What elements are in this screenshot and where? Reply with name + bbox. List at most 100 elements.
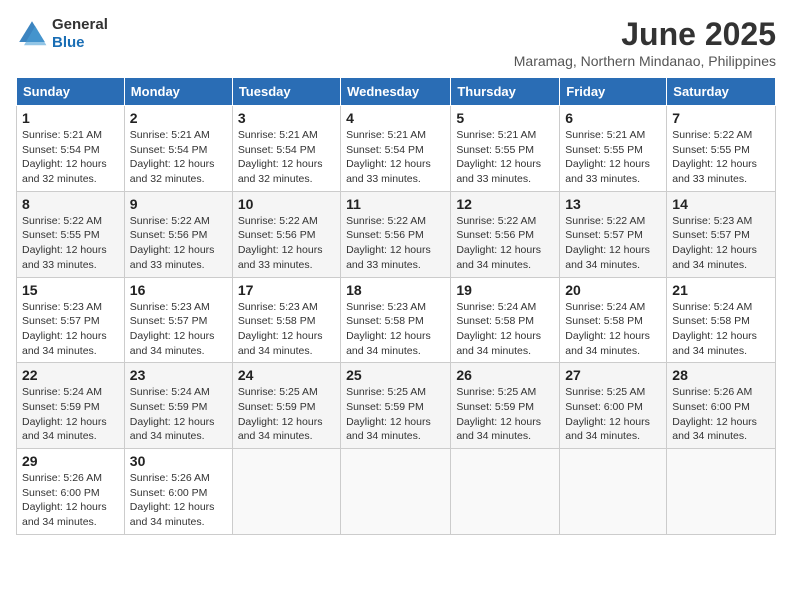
- day-number: 28: [672, 367, 770, 383]
- table-row: [341, 449, 451, 535]
- day-info: Sunrise: 5:21 AM Sunset: 5:54 PM Dayligh…: [130, 128, 227, 187]
- calendar-table: Sunday Monday Tuesday Wednesday Thursday…: [16, 77, 776, 535]
- day-number: 25: [346, 367, 445, 383]
- table-row: 26 Sunrise: 5:25 AM Sunset: 5:59 PM Dayl…: [451, 363, 560, 449]
- day-info: Sunrise: 5:22 AM Sunset: 5:56 PM Dayligh…: [130, 214, 227, 273]
- header-sunday: Sunday: [17, 78, 125, 106]
- day-info: Sunrise: 5:21 AM Sunset: 5:54 PM Dayligh…: [346, 128, 445, 187]
- day-number: 6: [565, 110, 661, 126]
- table-row: 17 Sunrise: 5:23 AM Sunset: 5:58 PM Dayl…: [232, 277, 340, 363]
- day-number: 27: [565, 367, 661, 383]
- day-number: 23: [130, 367, 227, 383]
- table-row: 25 Sunrise: 5:25 AM Sunset: 5:59 PM Dayl…: [341, 363, 451, 449]
- day-number: 18: [346, 282, 445, 298]
- day-number: 2: [130, 110, 227, 126]
- header-thursday: Thursday: [451, 78, 560, 106]
- day-info: Sunrise: 5:23 AM Sunset: 5:58 PM Dayligh…: [238, 300, 335, 359]
- day-info: Sunrise: 5:22 AM Sunset: 5:55 PM Dayligh…: [22, 214, 119, 273]
- day-info: Sunrise: 5:26 AM Sunset: 6:00 PM Dayligh…: [130, 471, 227, 530]
- header-wednesday: Wednesday: [341, 78, 451, 106]
- title-area: June 2025 Maramag, Northern Mindanao, Ph…: [514, 16, 776, 69]
- day-number: 4: [346, 110, 445, 126]
- header-friday: Friday: [560, 78, 667, 106]
- table-row: 11 Sunrise: 5:22 AM Sunset: 5:56 PM Dayl…: [341, 191, 451, 277]
- table-row: 30 Sunrise: 5:26 AM Sunset: 6:00 PM Dayl…: [124, 449, 232, 535]
- table-row: 5 Sunrise: 5:21 AM Sunset: 5:55 PM Dayli…: [451, 106, 560, 192]
- day-info: Sunrise: 5:22 AM Sunset: 5:55 PM Dayligh…: [672, 128, 770, 187]
- header-saturday: Saturday: [667, 78, 776, 106]
- day-info: Sunrise: 5:22 AM Sunset: 5:56 PM Dayligh…: [456, 214, 554, 273]
- day-info: Sunrise: 5:21 AM Sunset: 5:55 PM Dayligh…: [565, 128, 661, 187]
- table-row: 9 Sunrise: 5:22 AM Sunset: 5:56 PM Dayli…: [124, 191, 232, 277]
- day-number: 24: [238, 367, 335, 383]
- day-number: 22: [22, 367, 119, 383]
- day-number: 14: [672, 196, 770, 212]
- day-info: Sunrise: 5:23 AM Sunset: 5:58 PM Dayligh…: [346, 300, 445, 359]
- table-row: 23 Sunrise: 5:24 AM Sunset: 5:59 PM Dayl…: [124, 363, 232, 449]
- day-number: 3: [238, 110, 335, 126]
- day-number: 15: [22, 282, 119, 298]
- logo-icon: [16, 18, 48, 50]
- day-info: Sunrise: 5:24 AM Sunset: 5:58 PM Dayligh…: [456, 300, 554, 359]
- subtitle: Maramag, Northern Mindanao, Philippines: [514, 53, 776, 69]
- table-row: 14 Sunrise: 5:23 AM Sunset: 5:57 PM Dayl…: [667, 191, 776, 277]
- table-row: 20 Sunrise: 5:24 AM Sunset: 5:58 PM Dayl…: [560, 277, 667, 363]
- day-info: Sunrise: 5:23 AM Sunset: 5:57 PM Dayligh…: [672, 214, 770, 273]
- day-info: Sunrise: 5:22 AM Sunset: 5:57 PM Dayligh…: [565, 214, 661, 273]
- table-row: 8 Sunrise: 5:22 AM Sunset: 5:55 PM Dayli…: [17, 191, 125, 277]
- table-row: 15 Sunrise: 5:23 AM Sunset: 5:57 PM Dayl…: [17, 277, 125, 363]
- table-row: 19 Sunrise: 5:24 AM Sunset: 5:58 PM Dayl…: [451, 277, 560, 363]
- table-row: [667, 449, 776, 535]
- day-number: 21: [672, 282, 770, 298]
- table-row: 3 Sunrise: 5:21 AM Sunset: 5:54 PM Dayli…: [232, 106, 340, 192]
- day-number: 10: [238, 196, 335, 212]
- day-info: Sunrise: 5:25 AM Sunset: 6:00 PM Dayligh…: [565, 385, 661, 444]
- table-row: 21 Sunrise: 5:24 AM Sunset: 5:58 PM Dayl…: [667, 277, 776, 363]
- table-row: 13 Sunrise: 5:22 AM Sunset: 5:57 PM Dayl…: [560, 191, 667, 277]
- table-row: 10 Sunrise: 5:22 AM Sunset: 5:56 PM Dayl…: [232, 191, 340, 277]
- table-row: 16 Sunrise: 5:23 AM Sunset: 5:57 PM Dayl…: [124, 277, 232, 363]
- day-info: Sunrise: 5:25 AM Sunset: 5:59 PM Dayligh…: [456, 385, 554, 444]
- day-info: Sunrise: 5:23 AM Sunset: 5:57 PM Dayligh…: [22, 300, 119, 359]
- day-number: 11: [346, 196, 445, 212]
- table-row: 2 Sunrise: 5:21 AM Sunset: 5:54 PM Dayli…: [124, 106, 232, 192]
- header-monday: Monday: [124, 78, 232, 106]
- day-number: 12: [456, 196, 554, 212]
- page-header: General Blue June 2025 Maramag, Northern…: [16, 16, 776, 69]
- day-number: 8: [22, 196, 119, 212]
- day-info: Sunrise: 5:24 AM Sunset: 5:58 PM Dayligh…: [565, 300, 661, 359]
- table-row: [451, 449, 560, 535]
- table-row: 4 Sunrise: 5:21 AM Sunset: 5:54 PM Dayli…: [341, 106, 451, 192]
- day-number: 7: [672, 110, 770, 126]
- table-row: 7 Sunrise: 5:22 AM Sunset: 5:55 PM Dayli…: [667, 106, 776, 192]
- day-number: 17: [238, 282, 335, 298]
- day-number: 20: [565, 282, 661, 298]
- day-number: 13: [565, 196, 661, 212]
- day-info: Sunrise: 5:22 AM Sunset: 5:56 PM Dayligh…: [346, 214, 445, 273]
- weekday-header-row: Sunday Monday Tuesday Wednesday Thursday…: [17, 78, 776, 106]
- day-number: 26: [456, 367, 554, 383]
- table-row: 28 Sunrise: 5:26 AM Sunset: 6:00 PM Dayl…: [667, 363, 776, 449]
- table-row: 22 Sunrise: 5:24 AM Sunset: 5:59 PM Dayl…: [17, 363, 125, 449]
- day-number: 5: [456, 110, 554, 126]
- table-row: 24 Sunrise: 5:25 AM Sunset: 5:59 PM Dayl…: [232, 363, 340, 449]
- day-info: Sunrise: 5:21 AM Sunset: 5:54 PM Dayligh…: [238, 128, 335, 187]
- day-info: Sunrise: 5:22 AM Sunset: 5:56 PM Dayligh…: [238, 214, 335, 273]
- table-row: 1 Sunrise: 5:21 AM Sunset: 5:54 PM Dayli…: [17, 106, 125, 192]
- day-number: 29: [22, 453, 119, 469]
- logo-blue: Blue: [52, 34, 85, 51]
- logo: General Blue: [16, 16, 108, 52]
- day-info: Sunrise: 5:26 AM Sunset: 6:00 PM Dayligh…: [22, 471, 119, 530]
- day-info: Sunrise: 5:21 AM Sunset: 5:54 PM Dayligh…: [22, 128, 119, 187]
- table-row: [232, 449, 340, 535]
- day-info: Sunrise: 5:25 AM Sunset: 5:59 PM Dayligh…: [238, 385, 335, 444]
- table-row: 12 Sunrise: 5:22 AM Sunset: 5:56 PM Dayl…: [451, 191, 560, 277]
- day-number: 19: [456, 282, 554, 298]
- day-number: 16: [130, 282, 227, 298]
- day-info: Sunrise: 5:24 AM Sunset: 5:59 PM Dayligh…: [22, 385, 119, 444]
- main-title: June 2025: [514, 16, 776, 53]
- day-info: Sunrise: 5:24 AM Sunset: 5:58 PM Dayligh…: [672, 300, 770, 359]
- table-row: 27 Sunrise: 5:25 AM Sunset: 6:00 PM Dayl…: [560, 363, 667, 449]
- table-row: 29 Sunrise: 5:26 AM Sunset: 6:00 PM Dayl…: [17, 449, 125, 535]
- header-tuesday: Tuesday: [232, 78, 340, 106]
